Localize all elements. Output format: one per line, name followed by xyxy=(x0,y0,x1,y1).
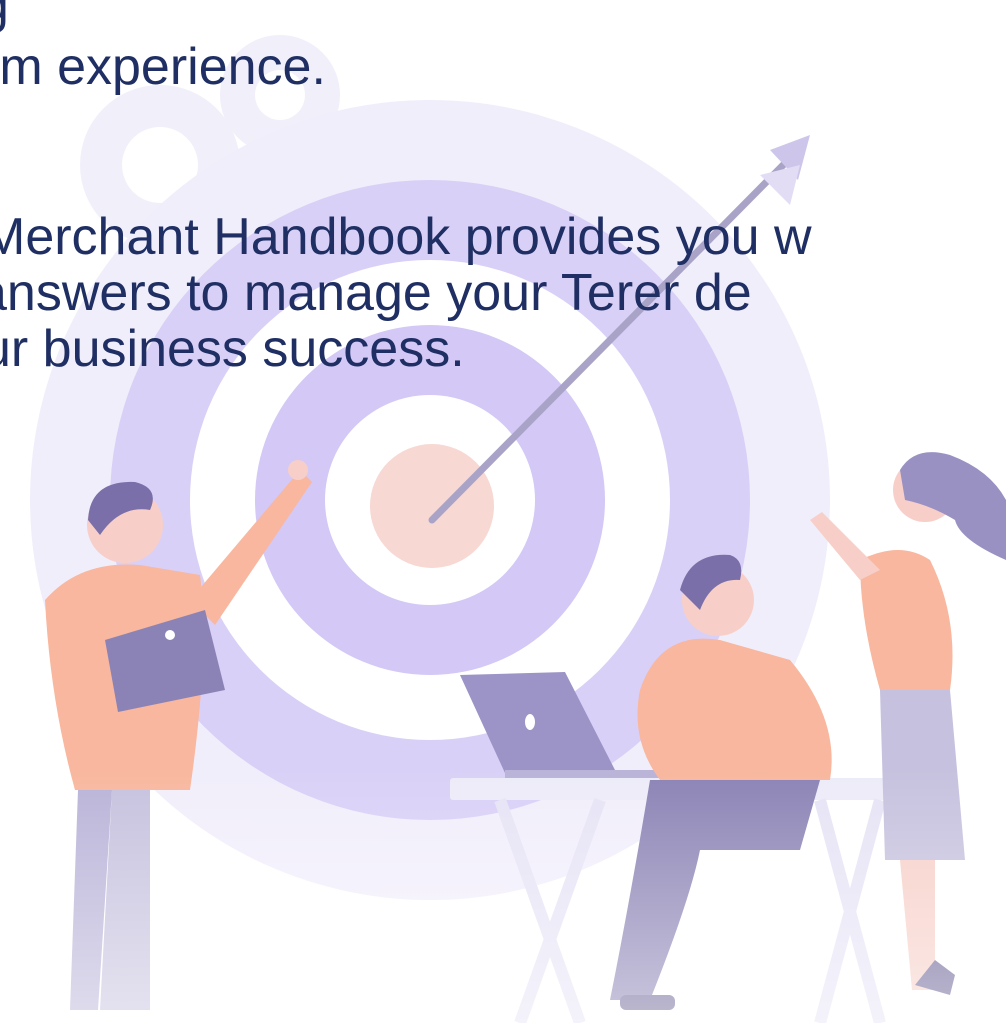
handbook-line-2: answers to manage your Terer de xyxy=(0,264,752,322)
page: g rm experience. Merchant Handbook provi… xyxy=(0,0,1006,1023)
intro-line-experience: rm experience. xyxy=(0,38,326,96)
intro-line-top: g xyxy=(0,0,9,36)
handbook-intro-text: g rm experience. Merchant Handbook provi… xyxy=(0,0,1006,1023)
handbook-line-1: Merchant Handbook provides you w xyxy=(0,208,812,266)
handbook-line-3: ur business success. xyxy=(0,320,465,378)
